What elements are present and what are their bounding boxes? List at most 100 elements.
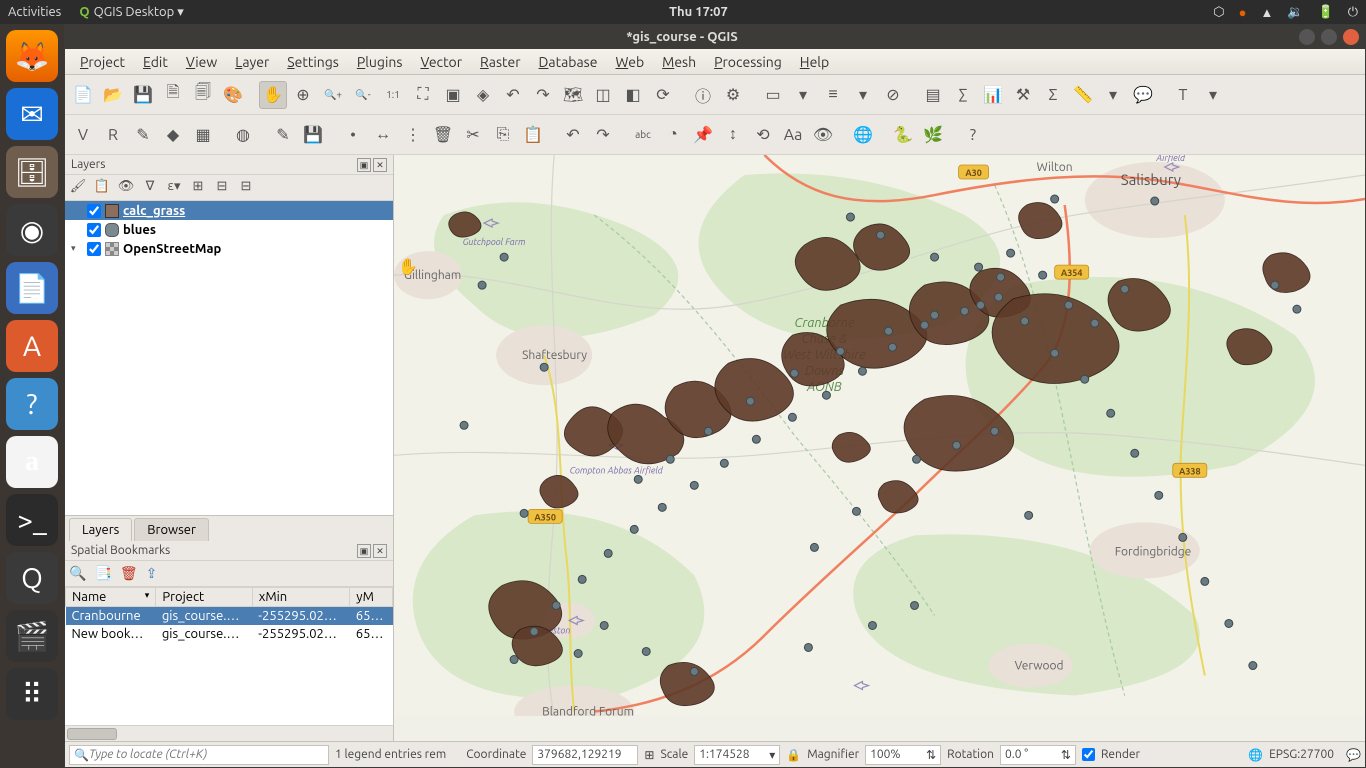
node-tool-button[interactable]: ⋮ (399, 121, 427, 149)
launcher-apps[interactable]: ⠿ (6, 668, 58, 720)
locator-bar[interactable]: 🔍 (69, 745, 329, 765)
open-attr-table-button[interactable]: ▤ (919, 81, 947, 109)
launcher-media[interactable]: ◉ (6, 204, 58, 256)
label-pin-button[interactable]: 📌 (689, 121, 717, 149)
label-show-button[interactable]: 👁 (809, 121, 837, 149)
map-canvas[interactable]: A30 A354 A350 A338 Salisbury Wilton Gill… (394, 155, 1365, 741)
zoom-next-button[interactable]: ↷ (529, 81, 557, 109)
messages-icon[interactable]: 💬 (1346, 748, 1361, 762)
collapse-all-icon[interactable]: ⊟ (213, 179, 231, 197)
toolbox-button[interactable]: ⚒ (1009, 81, 1037, 109)
launcher-writer[interactable]: 📄 (6, 262, 58, 314)
zoom-layer-button[interactable]: ◈ (469, 81, 497, 109)
menu-layer[interactable]: Layer (226, 51, 278, 73)
measure-button[interactable]: 📏 (1069, 81, 1097, 109)
lock-icon[interactable]: 🔒 (786, 748, 801, 762)
layout-manager-button[interactable]: 🗐 (189, 81, 217, 109)
bookmarks-title[interactable]: Spatial Bookmarks ▣ ✕ (65, 541, 393, 561)
clock[interactable]: Thu 17:07 (184, 5, 1214, 19)
menu-web[interactable]: Web (606, 51, 653, 73)
battery-icon[interactable]: 🔋 (1318, 5, 1334, 20)
launcher-amazon[interactable]: a (6, 436, 58, 488)
crs-icon[interactable]: 🌐 (1248, 748, 1263, 762)
dd-button[interactable]: ▾ (789, 81, 817, 109)
dd-button[interactable]: ▾ (1099, 81, 1127, 109)
minimize-button[interactable] (1299, 29, 1315, 45)
new-spatialite-button[interactable]: ◆ (159, 121, 187, 149)
toggle-edit-button[interactable]: ✎ (269, 121, 297, 149)
select-features-button[interactable]: ▭ (759, 81, 787, 109)
magnifier-field[interactable]: 100%⇅ (865, 745, 941, 765)
wifi-icon[interactable]: ▲ (1260, 5, 1273, 20)
field-calc-button[interactable]: ∑ (949, 81, 977, 109)
orange-dot-icon[interactable]: ● (1239, 5, 1247, 20)
menu-processing[interactable]: Processing (705, 51, 791, 73)
delete-bookmark-icon[interactable]: 🗑 (120, 565, 138, 582)
label-change-button[interactable]: Aa (779, 121, 807, 149)
menu-help[interactable]: Help (791, 51, 838, 73)
bm-col-Project[interactable]: Project (156, 588, 252, 607)
pan-button[interactable]: ✋ (259, 81, 287, 109)
layer-OpenStreetMap[interactable]: ▾OpenStreetMap (65, 239, 393, 258)
power-icon[interactable]: ⏻ (1348, 5, 1358, 20)
zoom-out-button[interactable]: 🔍- (349, 81, 377, 109)
expand-all-icon[interactable]: ⊞ (189, 179, 207, 197)
menu-vector[interactable]: Vector (411, 51, 471, 73)
bookmarks-hscroll[interactable] (65, 725, 393, 741)
filter-expression-icon[interactable]: ε▾ (165, 179, 183, 197)
open-project-button[interactable]: 📂 (99, 81, 127, 109)
menu-view[interactable]: View (177, 51, 226, 73)
paste-button[interactable]: 📋 (519, 121, 547, 149)
app-indicator[interactable]: Q QGIS Desktop ▾ (79, 5, 183, 20)
zoom-full-button[interactable]: ⛶ (409, 81, 437, 109)
menu-mesh[interactable]: Mesh (653, 51, 705, 73)
pan-to-selection-button[interactable]: ⊕ (289, 81, 317, 109)
style-manager-button[interactable]: 🎨 (219, 81, 247, 109)
crs-label[interactable]: EPSG:27700 (1269, 748, 1334, 761)
zoom-selection-button[interactable]: ▣ (439, 81, 467, 109)
add-bookmark-icon[interactable]: 📑 (94, 565, 111, 582)
system-tray[interactable]: ⬡ ● ▲ 🔉 🔋 ⏻ (1213, 5, 1358, 20)
identify-button[interactable]: ⓘ (689, 81, 717, 109)
save-project-button[interactable]: 💾 (129, 81, 157, 109)
launcher-help[interactable]: ? (6, 378, 58, 430)
new-3d-view-button[interactable]: ◫ (589, 81, 617, 109)
close-panel-icon[interactable]: ✕ (373, 158, 387, 172)
new-gpkg-button[interactable]: ▦ (189, 121, 217, 149)
close-button[interactable] (1343, 29, 1359, 45)
layers-panel-title[interactable]: Layers ▣ ✕ (65, 155, 393, 175)
menu-project[interactable]: Project (71, 51, 134, 73)
add-vector-button[interactable]: V (69, 121, 97, 149)
titlebar[interactable]: *gis_course - QGIS (65, 25, 1365, 49)
text-annotation-button[interactable]: T (1169, 81, 1197, 109)
launcher-video[interactable]: 🎬 (6, 610, 58, 662)
add-group-icon[interactable]: 📋 (93, 179, 111, 197)
locator-input[interactable] (89, 748, 324, 761)
bookmarks-table[interactable]: Name▾ProjectxMinyMCranbournegis_course.…… (65, 587, 393, 725)
maximize-button[interactable] (1321, 29, 1337, 45)
open-layer-styling-icon[interactable]: 🖌 (69, 179, 87, 197)
pan-sel-button[interactable]: ◧ (619, 81, 647, 109)
zoom-in-button[interactable]: 🔍+ (319, 81, 347, 109)
menu-raster[interactable]: Raster (471, 51, 529, 73)
deselect-button[interactable]: ⊘ (879, 81, 907, 109)
rotation-field[interactable]: 0.0 °⇅ (1000, 745, 1076, 765)
layer-visibility-checkbox[interactable] (87, 223, 101, 237)
label-move-button[interactable]: ↕ (719, 121, 747, 149)
extents-icon[interactable]: ⊞ (644, 748, 654, 762)
bm-col-yM[interactable]: yM (350, 588, 393, 607)
copy-button[interactable]: ⎘ (489, 121, 517, 149)
virtual-layer-button[interactable]: ◍ (229, 121, 257, 149)
undock-icon[interactable]: ▣ (357, 158, 371, 172)
osm-download-button[interactable]: 🌐 (849, 121, 877, 149)
stats-button[interactable]: 📊 (979, 81, 1007, 109)
zoom-native-button[interactable]: 1:1 (379, 81, 407, 109)
layer-visibility-checkbox[interactable] (87, 204, 101, 218)
label-diag-button[interactable]: ◔ (659, 121, 687, 149)
undo-button[interactable]: ↶ (559, 121, 587, 149)
select-by-value-button[interactable]: ≡ (819, 81, 847, 109)
scale-field[interactable]: 1:174528▾ (694, 745, 780, 765)
layer-tree[interactable]: calc_grassblues▾OpenStreetMap (65, 201, 393, 515)
launcher-firefox[interactable]: 🦊 (6, 30, 58, 82)
remove-layer-icon[interactable]: ⊟ (237, 179, 255, 197)
